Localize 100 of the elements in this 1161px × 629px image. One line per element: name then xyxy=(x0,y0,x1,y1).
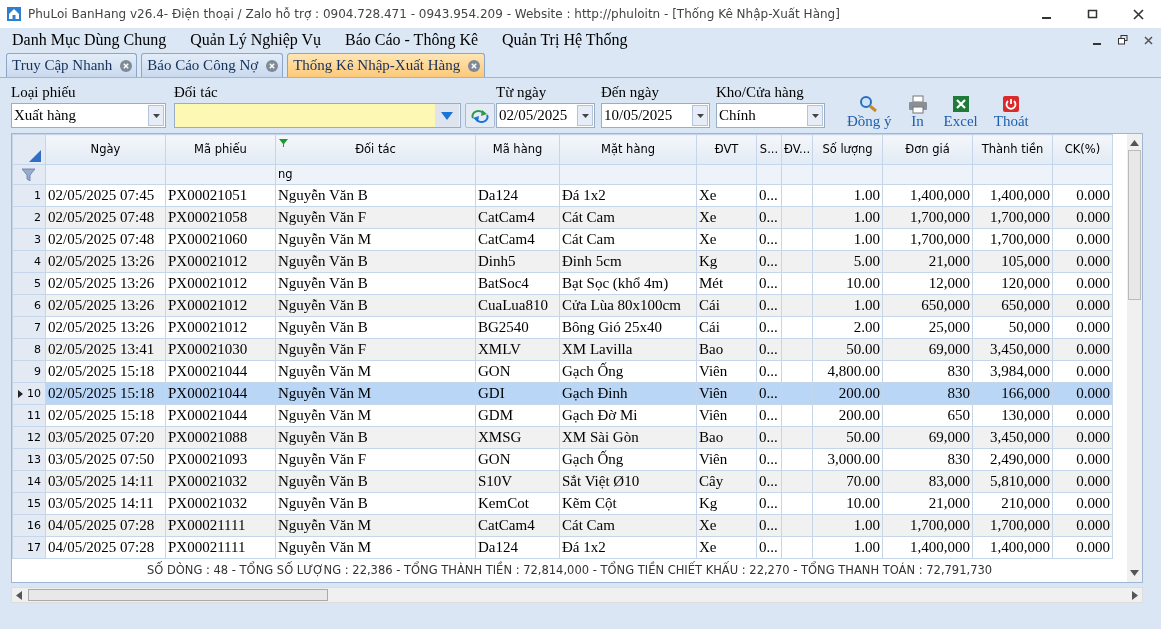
column-header[interactable]: Đơn giá xyxy=(882,134,973,165)
table-cell: Bông Gió 25x40 xyxy=(559,316,697,339)
column-header[interactable]: Số lượng xyxy=(812,134,883,165)
table-cell: 0.000 xyxy=(1052,536,1113,559)
table-cell: XM Lavilla xyxy=(559,338,697,361)
table-cell: Nguyễn Văn M xyxy=(275,382,476,405)
scroll-left-icon[interactable] xyxy=(16,590,22,600)
table-cell: PX00021012 xyxy=(165,316,276,339)
horizontal-scrollbar[interactable] xyxy=(11,587,1143,603)
menu-item[interactable]: Báo Cáo - Thông Kê xyxy=(333,28,491,52)
spreadsheet-icon xyxy=(950,95,971,114)
row-number: 10 xyxy=(12,382,46,405)
table-cell: CatCam4 xyxy=(475,228,560,251)
table-cell: 0.000 xyxy=(1052,360,1113,383)
field-label: Đối tác xyxy=(174,83,219,102)
refresh-icon[interactable] xyxy=(471,108,489,123)
partner-field[interactable] xyxy=(174,103,461,128)
column-header[interactable]: Thành tiền xyxy=(972,134,1053,165)
document-tab[interactable]: Thống Kê Nhập-Xuất Hàng xyxy=(287,53,486,77)
date-field[interactable]: 02/05/2025 xyxy=(496,103,595,128)
restore-icon[interactable] xyxy=(1118,35,1128,45)
toolbar-button[interactable]: Excel xyxy=(943,95,978,129)
table-cell: Bạt Sọc (khổ 4m) xyxy=(559,272,697,295)
toolbar-button[interactable]: Thoát xyxy=(993,95,1029,129)
dropdown-icon[interactable] xyxy=(581,113,589,118)
dropdown-icon[interactable] xyxy=(152,113,160,118)
table-cell: 830 xyxy=(882,448,973,471)
date-field[interactable]: 10/05/2025 xyxy=(601,103,710,128)
table-cell: PX00021060 xyxy=(165,228,276,251)
refresh-button[interactable] xyxy=(465,103,495,128)
table-cell: 1.00 xyxy=(812,536,883,559)
table-cell: Nguyễn Văn M xyxy=(275,360,476,383)
column-header[interactable]: Ngày xyxy=(45,134,166,165)
dropdown-icon[interactable] xyxy=(441,111,453,120)
corner-icon xyxy=(29,149,41,162)
row-number: 16 xyxy=(12,514,46,537)
dropdown-field[interactable]: Xuất hàng xyxy=(11,103,166,128)
table-cell: Nguyễn Văn M xyxy=(275,228,476,251)
menu-item[interactable]: Quản Lý Nghiệp Vụ xyxy=(178,28,333,52)
column-header[interactable]: ĐV... xyxy=(781,134,813,165)
column-header[interactable]: CK(%) xyxy=(1052,134,1113,165)
maximize-icon[interactable] xyxy=(1086,8,1098,20)
toolbar-button[interactable]: In xyxy=(907,95,928,129)
table-cell: 2.00 xyxy=(812,316,883,339)
row-number: 15 xyxy=(12,492,46,515)
table-cell: 0... xyxy=(756,536,782,559)
table-cell: Da124 xyxy=(475,184,560,207)
table-cell: Nguyễn Văn B xyxy=(275,316,476,339)
column-header[interactable]: Mã phiếu xyxy=(165,134,276,165)
table-cell: 2,490,000 xyxy=(972,448,1053,471)
table-cell: 4,800.00 xyxy=(812,360,883,383)
vertical-scrollbar[interactable] xyxy=(1127,134,1142,582)
table-cell: Kg xyxy=(696,492,757,515)
table-cell: Nguyễn Văn B xyxy=(275,492,476,515)
table-cell: 0... xyxy=(756,360,782,383)
scrollbar-thumb[interactable] xyxy=(1128,150,1141,300)
scroll-up-icon[interactable] xyxy=(1130,140,1139,146)
menu-item[interactable]: Danh Mục Dùng Chung xyxy=(0,28,179,52)
filter-icon[interactable] xyxy=(21,167,35,181)
table-cell: Gạch Đờ Mi xyxy=(559,404,697,427)
table-cell: Da124 xyxy=(475,536,560,559)
dropdown-field[interactable]: Chính xyxy=(716,103,825,128)
column-header[interactable]: Mã hàng xyxy=(475,134,560,165)
table-cell: Cát Cam xyxy=(559,206,697,229)
scrollbar-thumb[interactable] xyxy=(28,589,328,601)
menu-item[interactable]: Quản Trị Hệ Thống xyxy=(490,28,640,52)
document-tab[interactable]: Truy Cập Nhanh xyxy=(6,53,138,77)
toolbar-button[interactable]: Đồng ý xyxy=(847,95,892,129)
scroll-down-icon[interactable] xyxy=(1130,570,1139,576)
filter-icon[interactable] xyxy=(279,139,288,147)
row-number: 1 xyxy=(12,184,46,207)
table-cell: 0.000 xyxy=(1052,448,1113,471)
app-icon xyxy=(6,6,22,22)
document-tab[interactable]: Báo Cáo Công Nợ xyxy=(141,53,284,77)
row-number: 12 xyxy=(12,426,46,449)
dropdown-icon[interactable] xyxy=(811,113,819,118)
table-cell: 04/05/2025 07:28 xyxy=(45,536,166,559)
column-header[interactable]: S... xyxy=(756,134,782,165)
column-header[interactable]: Đối tác xyxy=(275,134,476,165)
close-icon[interactable] xyxy=(1144,35,1153,45)
row-number: 13 xyxy=(12,448,46,471)
dropdown-icon[interactable] xyxy=(696,113,704,118)
table-cell: GON xyxy=(475,360,560,383)
scroll-right-icon[interactable] xyxy=(1132,590,1138,600)
table-cell: Gạch Ống xyxy=(559,360,697,383)
table-cell: 02/05/2025 07:45 xyxy=(45,184,166,207)
table-cell: 0... xyxy=(756,404,782,427)
table-cell: GDM xyxy=(475,404,560,427)
row-number: 2 xyxy=(12,206,46,229)
printer-icon xyxy=(907,95,928,114)
table-cell: 03/05/2025 07:50 xyxy=(45,448,166,471)
close-icon[interactable] xyxy=(1132,8,1144,20)
column-header[interactable]: ĐVT xyxy=(696,134,757,165)
table-cell: 3,984,000 xyxy=(972,360,1053,383)
column-header[interactable]: Mặt hàng xyxy=(559,134,697,165)
field-label: Loại phiếu xyxy=(11,83,77,102)
window-title: PhuLoi BanHang v26.4- Điện thoại / Zalo hỗ trợ : 0904.728.471 - 0943.954.209 - Website : http://phuloitn - [Thống Kê Nhập-Xuất Hàng] xyxy=(28,6,841,23)
table-cell: 200.00 xyxy=(812,404,883,427)
table-cell: 0... xyxy=(756,272,782,295)
table-cell: XM Sài Gòn xyxy=(559,426,697,449)
